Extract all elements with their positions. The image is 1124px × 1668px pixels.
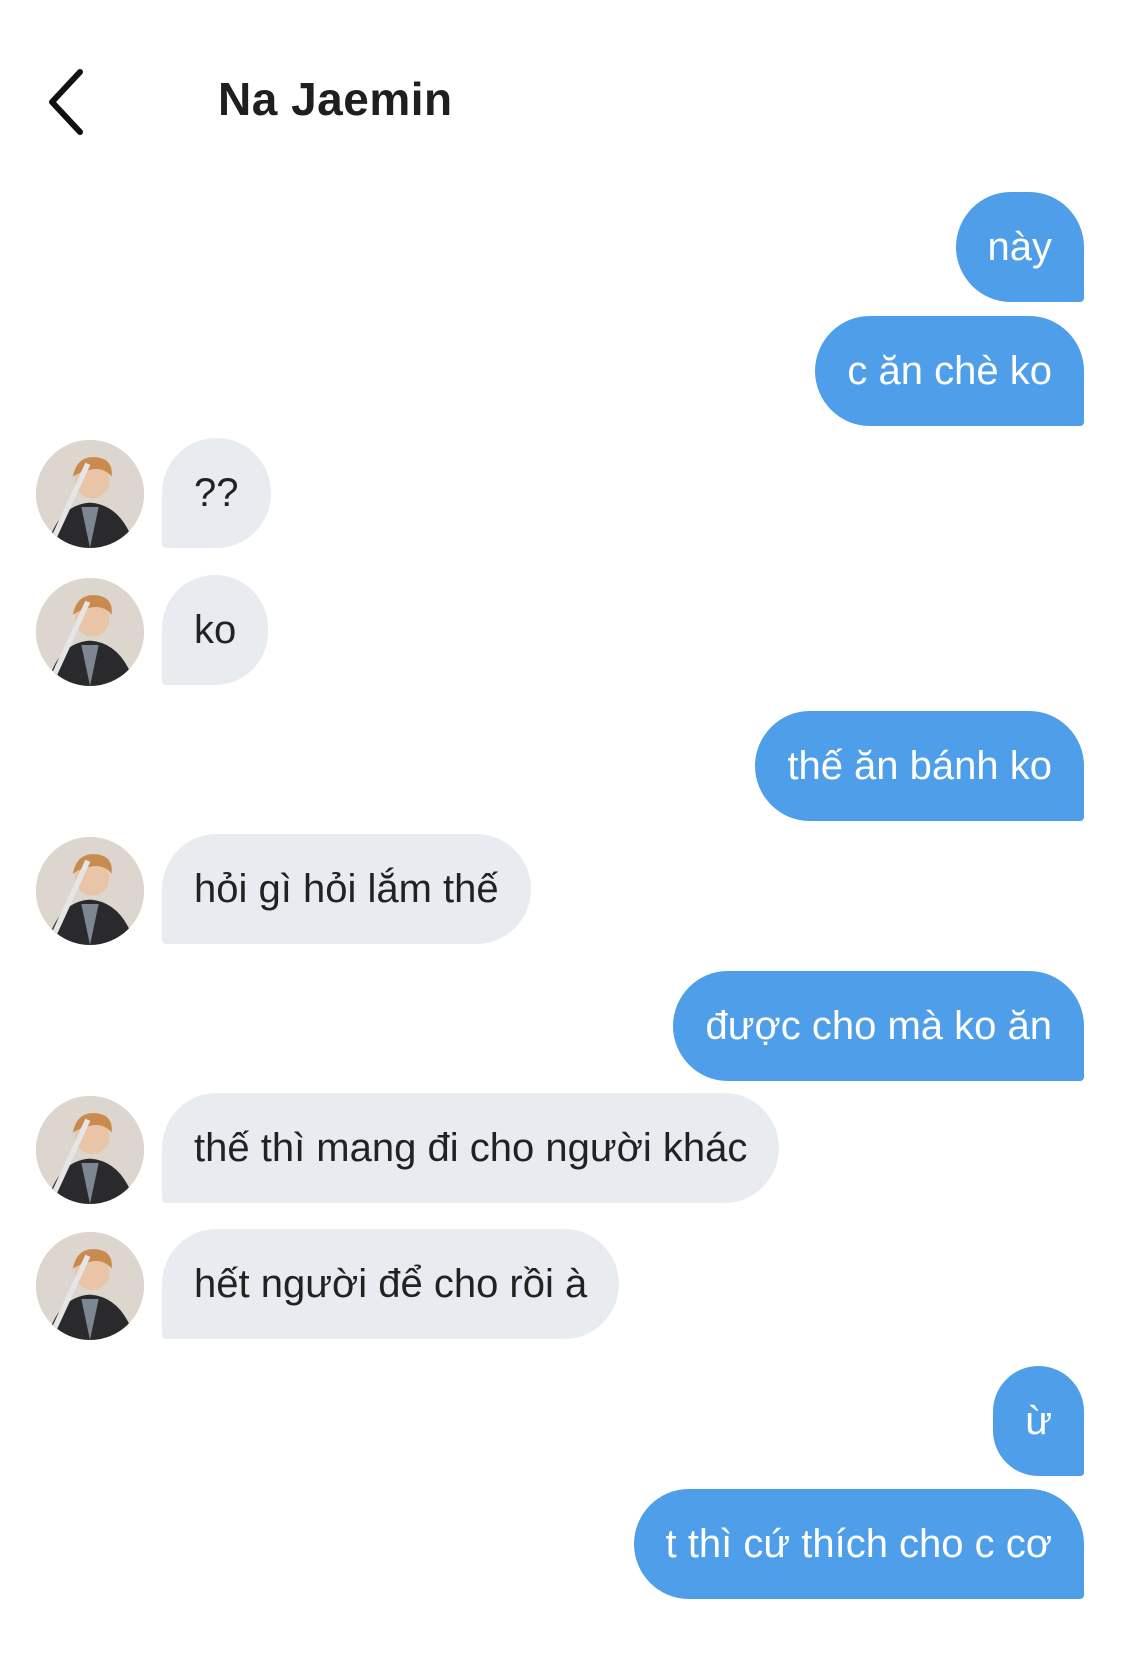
contact-photo: [36, 837, 144, 945]
incoming-message[interactable]: ??: [162, 438, 271, 548]
avatar[interactable]: [36, 440, 144, 548]
incoming-message[interactable]: hỏi gì hỏi lắm thế: [162, 834, 531, 944]
outgoing-message[interactable]: c ăn chè ko: [815, 316, 1084, 426]
back-button[interactable]: [40, 62, 100, 142]
chat-header: Na Jaemin: [0, 0, 1124, 190]
outgoing-message[interactable]: này: [955, 192, 1084, 302]
contact-name[interactable]: Na Jaemin: [218, 72, 453, 126]
incoming-message[interactable]: hết người để cho rồi à: [162, 1229, 620, 1339]
incoming-message[interactable]: thế thì mang đi cho người khác: [162, 1093, 780, 1203]
outgoing-message[interactable]: được cho mà ko ăn: [673, 971, 1084, 1081]
outgoing-message[interactable]: thế ăn bánh ko: [755, 711, 1084, 821]
avatar[interactable]: [36, 578, 144, 686]
contact-photo: [36, 1232, 144, 1340]
avatar[interactable]: [36, 837, 144, 945]
contact-photo: [36, 440, 144, 548]
outgoing-message[interactable]: t thì cứ thích cho c cơ: [633, 1489, 1084, 1599]
contact-photo: [36, 578, 144, 686]
avatar[interactable]: [36, 1096, 144, 1204]
avatar[interactable]: [36, 1232, 144, 1340]
contact-photo: [36, 1096, 144, 1204]
incoming-message[interactable]: ko: [162, 575, 269, 685]
chevron-left-icon: [49, 69, 83, 135]
outgoing-message[interactable]: ừ: [993, 1366, 1084, 1476]
